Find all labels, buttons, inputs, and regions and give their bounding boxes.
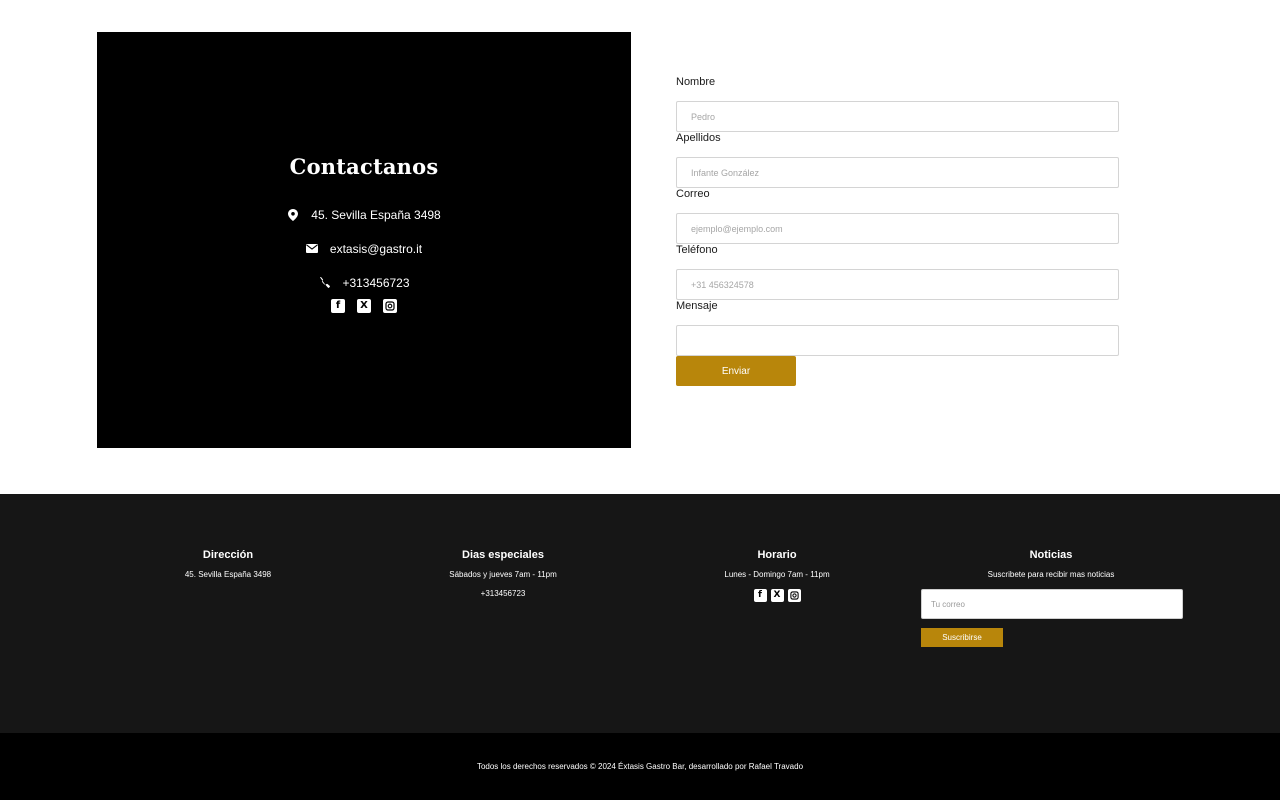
footer-noticias: Noticias Suscribete para recibir mas not… (911, 549, 1191, 647)
copyright-bar: Todos los derechos reservados © 2024 Éxt… (0, 733, 1280, 800)
mensaje-input[interactable] (676, 325, 1119, 356)
contact-form: Nombre Apellidos Correo Teléfono Mensaje… (676, 76, 1120, 386)
send-button[interactable]: Enviar (676, 356, 796, 386)
instagram-icon[interactable] (383, 298, 397, 313)
instagram-icon[interactable] (787, 589, 801, 602)
field-label-telefono: Teléfono (676, 244, 718, 256)
field-label-nombre: Nombre (676, 76, 716, 88)
footer-horario-text: Lunes - Domingo 7am - 11pm (724, 570, 830, 579)
apellidos-input[interactable] (676, 157, 1119, 188)
nombre-input[interactable] (676, 101, 1119, 132)
facebook-icon[interactable]: f (331, 298, 345, 313)
x-icon[interactable]: X (770, 589, 784, 602)
contact-email: extasis@gastro.it (305, 241, 422, 257)
correo-input[interactable] (676, 213, 1119, 244)
contact-card: Contactanos 45. Sevilla España 3498 exta… (97, 32, 631, 448)
contact-address: 45. Sevilla España 3498 (287, 207, 441, 223)
footer-horario: Horario Lunes - Domingo 7am - 11pm f X (637, 549, 917, 602)
map-marker-icon (287, 208, 299, 221)
footer-direccion-title: Dirección (202, 549, 254, 561)
contact-phone: +313456723 (318, 275, 410, 291)
footer-horario-title: Horario (757, 549, 797, 561)
phone-icon (318, 277, 330, 289)
footer-socials: f X (637, 589, 917, 602)
footer-direccion: Dirección 45. Sevilla España 3498 (88, 549, 368, 580)
facebook-icon[interactable]: f (753, 589, 767, 602)
field-label-mensaje: Mensaje (676, 300, 718, 312)
footer-noticias-text: Suscribete para recibir mas noticias (987, 570, 1115, 579)
subscribe-button[interactable]: Suscribirse (921, 628, 1003, 647)
footer-dias: Dias especiales Sábados y jueves 7am - 1… (363, 549, 643, 599)
footer-noticias-title: Noticias (1029, 549, 1073, 561)
field-label-apellidos: Apellidos (676, 132, 721, 144)
footer-direccion-text: 45. Sevilla España 3498 (184, 570, 272, 579)
contact-title: Contactanos (289, 153, 439, 179)
footer-dias-title: Dias especiales (462, 549, 544, 561)
contact-address-text: 45. Sevilla España 3498 (311, 207, 441, 222)
footer-dias-phone: +313456723 (480, 589, 526, 598)
contact-phone-text[interactable]: +313456723 (342, 276, 409, 290)
contact-email-text[interactable]: extasis@gastro.it (330, 242, 422, 256)
newsletter-email-input[interactable] (921, 589, 1183, 619)
contact-socials: f X (331, 298, 397, 313)
footer-dias-text: Sábados y jueves 7am - 11pm (449, 570, 557, 579)
x-icon[interactable]: X (357, 298, 371, 313)
footer: Dirección 45. Sevilla España 3498 Dias e… (0, 494, 1280, 733)
telefono-input[interactable] (676, 269, 1119, 300)
copyright-text: Todos los derechos reservados © 2024 Éxt… (476, 762, 804, 771)
envelope-icon (305, 243, 318, 255)
field-label-correo: Correo (676, 188, 710, 200)
